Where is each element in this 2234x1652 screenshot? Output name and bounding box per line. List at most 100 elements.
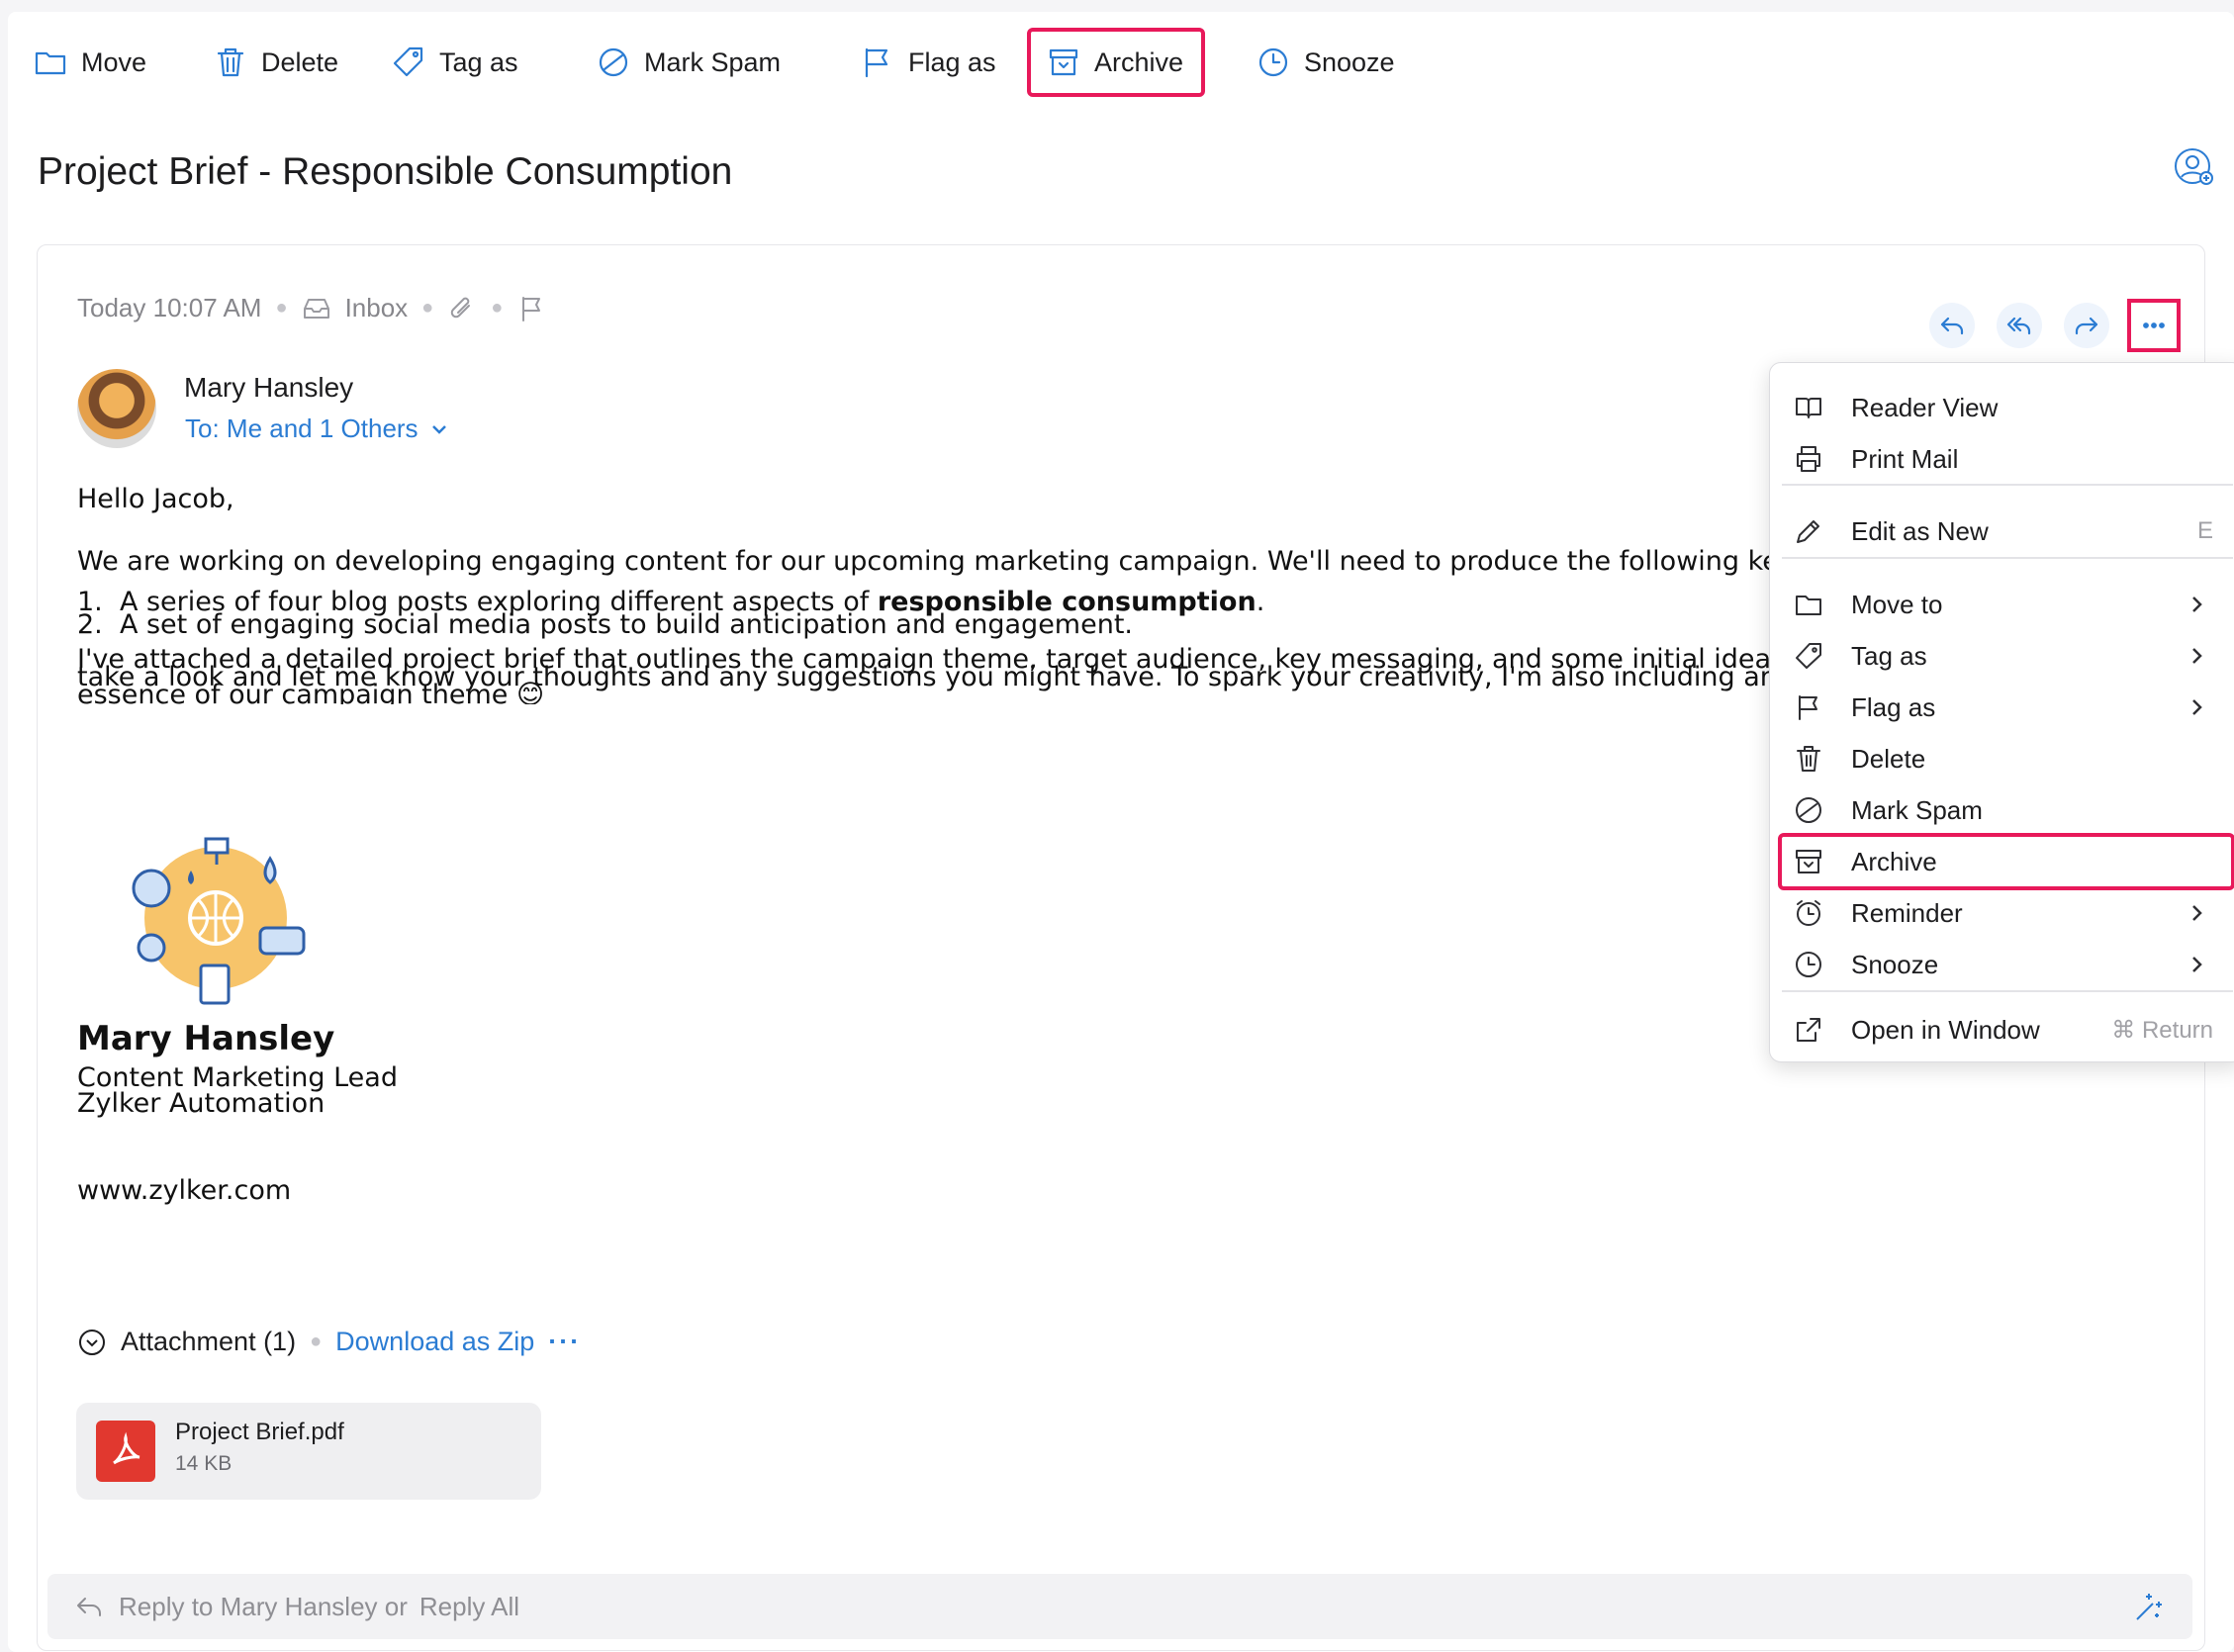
menu-label: Archive: [1851, 846, 1937, 876]
chevron-right-icon: [2192, 597, 2202, 612]
email-folder[interactable]: Inbox: [345, 293, 409, 323]
toolbar: Move Delete Tag as Mark Spam Flag as Arc…: [8, 12, 2234, 111]
attachment-header: Attachment (1) ● Download as Zip ···: [77, 1327, 581, 1357]
move-button[interactable]: Move: [34, 32, 146, 93]
menu-item-open-in-window[interactable]: Open in Window ⌘ Return: [1782, 1005, 2234, 1055]
menu-label: Print Mail: [1851, 443, 1959, 474]
reply-all-link[interactable]: Reply All: [419, 1592, 519, 1622]
clock-icon: [1796, 952, 1821, 977]
menu-label: Reminder: [1851, 897, 1963, 928]
menu-item-reminder[interactable]: Reminder: [1782, 888, 2234, 938]
inbox-icon: [303, 298, 329, 319]
email-meta: Today 10:07 AM ● Inbox ● ●: [77, 293, 546, 323]
clock-icon: [1258, 47, 1288, 77]
file-size: 14 KB: [175, 1452, 233, 1475]
delete-label: Delete: [261, 46, 339, 77]
menu-label: Tag as: [1851, 640, 1927, 671]
menu-item-mark-spam[interactable]: Mark Spam: [1782, 785, 2234, 835]
menu-item-move-to[interactable]: Move to: [1782, 580, 2234, 629]
folder-icon: [1796, 596, 1821, 615]
tag-as-button[interactable]: Tag as: [392, 32, 518, 93]
sender-avatar[interactable]: [77, 369, 156, 448]
more-actions-menu: Reader View Print Mail Edit as New E Mov…: [1769, 362, 2234, 1062]
trash-icon: [1797, 746, 1820, 772]
separator-dot: ●: [491, 297, 504, 319]
book-icon: [1796, 398, 1821, 418]
attachment-file[interactable]: Project Brief.pdf 14 KB: [76, 1403, 541, 1500]
menu-item-print-mail[interactable]: Print Mail: [1782, 434, 2234, 484]
menu-item-edit-as-new[interactable]: Edit as New E: [1782, 506, 2234, 556]
menu-label: Move to: [1851, 589, 1943, 619]
collapse-chevron-icon[interactable]: [77, 1328, 107, 1357]
chevron-right-icon: [2192, 957, 2202, 972]
greeting: Hello Jacob,: [77, 484, 234, 514]
attachment-count: Attachment (1): [121, 1327, 297, 1356]
reply-prompt[interactable]: Reply to Mary Hansley or: [119, 1592, 408, 1622]
menu-item-tag-as[interactable]: Tag as: [1782, 631, 2234, 681]
flag-as-label: Flag as: [908, 46, 996, 77]
message-actions: [1929, 299, 2181, 352]
menu-label: Mark Spam: [1851, 794, 1983, 825]
menu-item-reader-view[interactable]: Reader View: [1782, 383, 2234, 432]
folder-icon: [35, 51, 66, 75]
menu-label: Delete: [1851, 743, 1926, 774]
menu-item-delete[interactable]: Delete: [1782, 734, 2234, 783]
flag-icon: [865, 47, 888, 78]
snooze-button[interactable]: Snooze: [1257, 32, 1395, 93]
attachment-more-button[interactable]: ···: [548, 1327, 581, 1357]
spam-icon: [599, 47, 628, 77]
menu-item-archive[interactable]: Archive: [1778, 833, 2234, 890]
reply-button[interactable]: [1929, 303, 1975, 348]
signature-website[interactable]: www.zylker.com: [77, 1175, 291, 1206]
chevron-right-icon: [2192, 648, 2202, 664]
menu-divider: [1782, 990, 2233, 992]
forward-button[interactable]: [2064, 303, 2109, 348]
sender-name[interactable]: Mary Hansley: [184, 372, 353, 404]
tag-icon: [393, 46, 423, 77]
email-subject: Project Brief - Responsible Consumption: [38, 150, 733, 193]
more-actions-button[interactable]: [2127, 299, 2181, 352]
flag-icon[interactable]: [516, 294, 546, 323]
email-time: Today 10:07 AM: [77, 293, 262, 322]
flag-as-button[interactable]: Flag as: [861, 32, 996, 93]
delete-button[interactable]: Delete: [214, 32, 338, 93]
chevron-right-icon: [2192, 699, 2202, 715]
archive-label: Archive: [1094, 46, 1184, 77]
menu-label: Snooze: [1851, 949, 1939, 979]
file-name: Project Brief.pdf: [175, 1419, 344, 1445]
body-paragraph: We are working on developing engaging co…: [77, 546, 1779, 577]
menu-item-snooze[interactable]: Snooze: [1782, 940, 2234, 989]
signature-logo-image: [132, 837, 306, 1005]
menu-divider: [1782, 557, 2233, 559]
snooze-label: Snooze: [1304, 46, 1395, 77]
list-number: 2.: [77, 609, 103, 640]
menu-shortcut: E: [2196, 517, 2213, 544]
email-body: Hello Jacob, We are working on developin…: [77, 483, 1779, 704]
reply-all-icon: [2006, 317, 2031, 335]
chevron-right-icon: [2192, 905, 2202, 921]
recipients-label: To: Me and 1 Others: [185, 413, 419, 443]
external-window-icon: [1797, 1018, 1820, 1042]
forward-icon: [2075, 317, 2098, 335]
spam-icon: [1796, 797, 1821, 823]
list-text: .: [1256, 587, 1265, 617]
download-zip-link[interactable]: Download as Zip: [335, 1327, 534, 1357]
archive-button[interactable]: Archive: [1026, 28, 1206, 97]
archive-icon: [1049, 48, 1078, 76]
printer-icon: [1797, 446, 1820, 472]
ai-sparkle-icon[interactable]: [2131, 1590, 2167, 1625]
more-dots-icon: [2143, 322, 2165, 328]
trash-icon: [217, 47, 244, 77]
quick-reply-bar[interactable]: Reply to Mary Hansley or Reply All: [47, 1574, 2192, 1639]
menu-item-flag-as[interactable]: Flag as: [1782, 683, 2234, 732]
reply-all-button[interactable]: [1997, 303, 2042, 348]
separator-dot: ●: [310, 1331, 323, 1352]
signature-name: Mary Hansley: [77, 1019, 335, 1058]
menu-shortcut: ⌘ Return: [2111, 1016, 2213, 1044]
mail-app: Move Delete Tag as Mark Spam Flag as Arc…: [8, 12, 2234, 1652]
list-item: 2. A set of engaging social media posts …: [77, 608, 1779, 641]
tag-icon: [1796, 643, 1821, 669]
share-users-icon[interactable]: [2173, 146, 2216, 190]
recipients-toggle[interactable]: To: Me and 1 Others: [185, 413, 450, 444]
mark-spam-button[interactable]: Mark Spam: [597, 32, 781, 93]
